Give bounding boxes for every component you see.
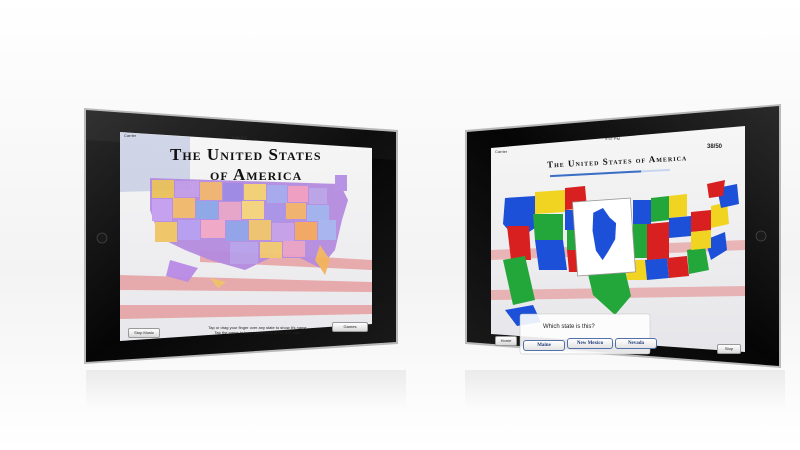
stop-music-button[interactable]: Stop Music [128, 328, 160, 338]
left-reflection [86, 370, 406, 410]
stop-button[interactable]: Stop [717, 344, 741, 354]
right-home-button [755, 230, 767, 242]
right-reflection [465, 370, 785, 410]
games-button[interactable]: Games [332, 322, 368, 332]
ipad-right-frame [465, 104, 781, 368]
home-button[interactable]: Home [495, 336, 517, 346]
answer-new-mexico-button[interactable]: New Mexico [567, 338, 613, 349]
left-title-line2: of America [210, 165, 303, 184]
right-clock: 9:57 PM [605, 136, 620, 141]
left-carrier: Carrier [124, 133, 137, 138]
right-carrier: Carrier [495, 149, 508, 154]
score-counter: 38/50 [707, 144, 723, 150]
answer-nevada-button[interactable]: Nevada [615, 338, 657, 349]
left-title-line1: The United States [170, 145, 322, 164]
ipad-right: Carrier 9:57 PM The United States of Ame… [455, 100, 785, 370]
question-text: Which state is this? [543, 324, 595, 330]
left-clock: 9:50 PM [232, 135, 247, 140]
answer-maine-button[interactable]: Maine [523, 340, 565, 351]
ipad-left: Carrier 9:50 PM The United States of Ame… [80, 100, 410, 370]
left-hint-line2: Tap the name to learn more facts about t… [214, 330, 302, 335]
left-home-button [96, 232, 108, 244]
